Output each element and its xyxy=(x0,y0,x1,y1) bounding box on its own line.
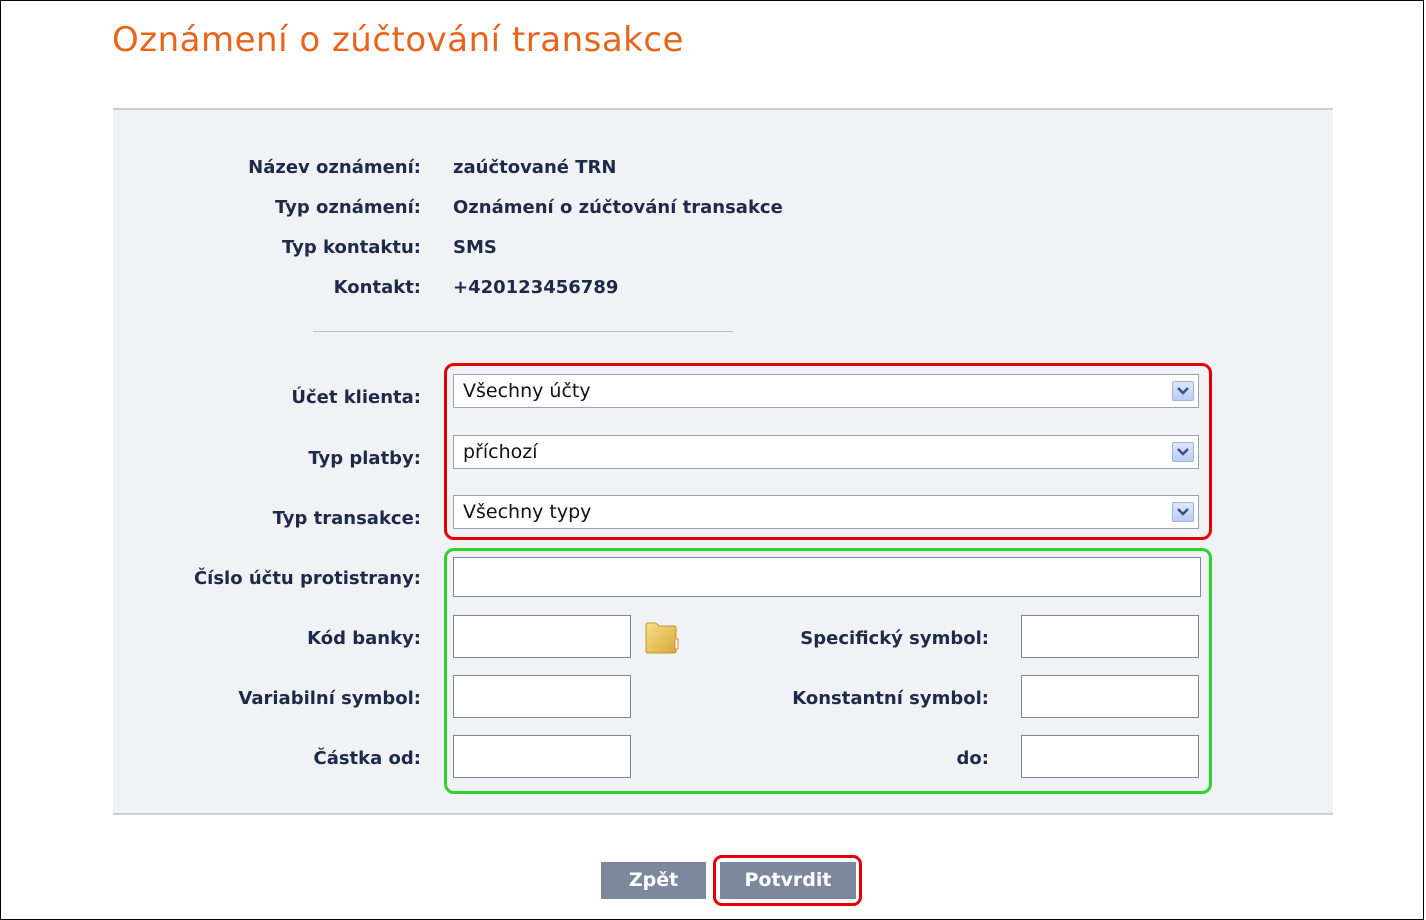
notification-name-label: Název oznámení: xyxy=(248,157,421,178)
notification-type-label: Typ oznámení: xyxy=(275,197,421,218)
page-title: Oznámení o zúčtování transakce xyxy=(112,20,684,60)
notification-type-value: Oznámení o zúčtování transakce xyxy=(453,197,783,218)
client-account-label: Účet klienta: xyxy=(291,387,421,408)
confirm-highlight-ring xyxy=(713,855,862,906)
section-divider xyxy=(313,331,733,332)
bank-code-label: Kód banky: xyxy=(307,628,421,649)
contact-value: +420123456789 xyxy=(453,277,619,298)
notification-name-value: zaúčtované TRN xyxy=(453,157,617,178)
contact-type-value: SMS xyxy=(453,237,497,258)
contact-label: Kontakt: xyxy=(333,277,421,298)
amount-from-label: Částka od: xyxy=(313,748,421,769)
back-button[interactable]: Zpět xyxy=(601,862,706,899)
transaction-type-label: Typ transakce: xyxy=(272,508,421,529)
filter-highlight-green xyxy=(444,548,1212,794)
contact-type-label: Typ kontaktu: xyxy=(281,237,421,258)
payment-type-label: Typ platby: xyxy=(308,448,421,469)
variable-symbol-label: Variabilní symbol: xyxy=(238,688,421,709)
counter-account-label: Číslo účtu protistrany: xyxy=(193,568,421,589)
filter-highlight-red xyxy=(444,363,1212,540)
